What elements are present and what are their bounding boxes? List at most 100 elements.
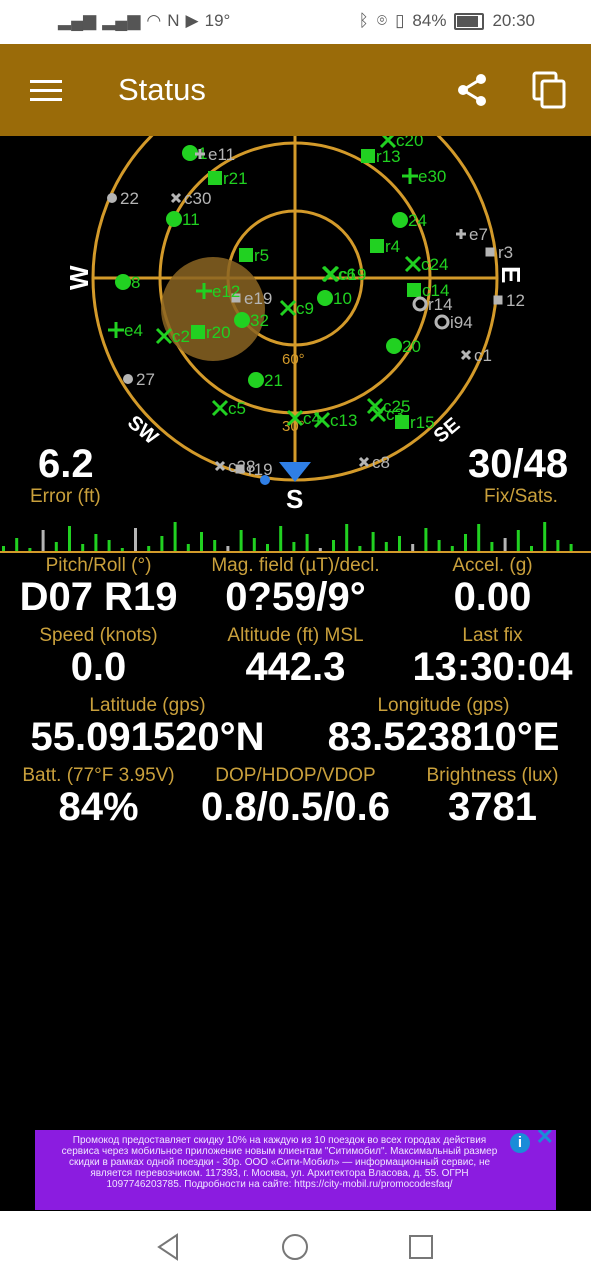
satellite-label: c5 (228, 399, 246, 418)
back-icon[interactable] (155, 1233, 183, 1261)
accel: Accel. (g) 0.00 (394, 555, 591, 620)
speed-label: Speed (knots) (39, 625, 158, 646)
copy-icon[interactable] (530, 70, 570, 110)
latitude-label: Latitude (gps) (89, 695, 206, 716)
satellite-label: 11 (182, 210, 200, 229)
ad-banner[interactable]: Промокод предоставляет скидку 10% на каж… (35, 1130, 556, 1210)
satellite-symbol (279, 299, 297, 317)
satellite-marker: e30 (402, 167, 446, 186)
satellite-label: r20 (206, 323, 231, 342)
satellite-symbol (404, 255, 422, 273)
pitch-roll-label: Pitch/Roll (°) (45, 555, 152, 576)
satellite-marker: e4 (108, 321, 143, 340)
satellite-marker: c5 (211, 399, 246, 418)
fix-label: Fix/Sats. (484, 486, 558, 507)
signal-bar (516, 530, 520, 552)
satellite-marker: 12 (493, 291, 525, 310)
share-icon[interactable] (452, 70, 492, 110)
satellite-label: 24 (408, 211, 427, 230)
satellite-label: c20 (396, 136, 423, 150)
signal-bar (239, 530, 243, 552)
signal-bar (503, 538, 507, 552)
accel-value: 0.00 (453, 575, 532, 619)
battery-label: Batt. (77°F 3.95V) (22, 765, 175, 786)
error-label: Error (ft) (30, 486, 101, 507)
satellite-marker: c30 (170, 189, 211, 208)
speed: Speed (knots) 0.0 (0, 625, 197, 690)
play-icon: ▶ (185, 11, 199, 30)
satellite-marker: r21 (208, 169, 248, 188)
signal-bar (543, 522, 547, 552)
signal-bar (371, 532, 375, 552)
satellite-marker: 32 (234, 311, 269, 330)
satellite-marker: e7 (456, 225, 488, 244)
battery-icon (454, 12, 485, 30)
signal-bar (411, 544, 415, 552)
satellite-symbol (358, 456, 370, 468)
signal-bar (15, 538, 19, 552)
status-left: ▂▄▆ ▂▄▆ ◠ N ▶ 19° (58, 11, 230, 31)
compass-e: E (496, 266, 526, 283)
satellite-label: 12 (506, 291, 525, 310)
satellite-marker: 24 (392, 211, 427, 230)
signal-bar (464, 534, 467, 552)
satellite-marker: r3 (485, 243, 513, 262)
pitch-roll: Pitch/Roll (°) D07 R19 (0, 555, 197, 620)
signal-bar (305, 534, 309, 552)
satellite-label: e12 (212, 282, 240, 301)
satellite-symbol (412, 296, 428, 312)
signal-icon-2: ▂▄▆ (102, 11, 141, 30)
mag-field: Mag. field (µT)/decl. 0?59/9° (197, 555, 394, 620)
signal-bar (107, 540, 111, 552)
satellite-symbol (460, 349, 472, 361)
satellite-label: c9 (296, 299, 314, 318)
signal-bar (81, 544, 85, 552)
dop: DOP/HDOP/VDOP 0.8/0.5/0.6 (197, 765, 394, 830)
latitude: Latitude (gps) 55.091520°N (0, 695, 295, 760)
signal-bar (134, 528, 137, 552)
altitude: Altitude (ft) MSL 442.3 (197, 625, 394, 690)
satellite-symbol (234, 312, 250, 328)
status-number: 19° (204, 11, 231, 30)
info-icon[interactable]: i (510, 1133, 530, 1153)
page-title: Status (118, 72, 206, 107)
signal-bar (200, 532, 203, 552)
longitude-value: 83.523810°E (327, 715, 560, 759)
satellite-marker: r4 (370, 237, 400, 256)
satellite-symbol (317, 290, 333, 306)
nav-bar (0, 1211, 591, 1280)
satellite-symbol (239, 248, 253, 262)
satellite-marker: c24 (404, 255, 448, 274)
altitude-label: Altitude (ft) MSL (227, 625, 364, 646)
satellite-symbol (434, 314, 450, 330)
satellite-label: 21 (264, 371, 283, 390)
signal-bar (94, 534, 98, 552)
satellite-label: 8 (131, 273, 140, 292)
compass-sw: SW (123, 411, 162, 449)
signal-bar (213, 540, 217, 552)
satellite-marker: c2 (155, 327, 190, 346)
satellite-marker: c19 (322, 265, 366, 284)
satellite-label: c2 (172, 327, 190, 346)
menu-icon[interactable] (30, 80, 62, 102)
satellite-marker: 20 (386, 337, 421, 356)
satellite-label: c30 (184, 189, 211, 208)
satellite-symbol (166, 211, 182, 227)
fix-value: 30/48 (468, 442, 569, 486)
close-icon[interactable]: ✕ (536, 1130, 554, 1148)
satellite-marker: 21 (248, 371, 283, 390)
ad-text[interactable]: Промокод предоставляет скидку 10% на каж… (35, 1130, 556, 1190)
longitude-label: Longitude (gps) (377, 695, 510, 716)
recents-icon[interactable] (407, 1233, 435, 1261)
signal-bar (279, 526, 283, 552)
satellite-marker: r5 (239, 246, 269, 265)
satellite-symbol (235, 464, 245, 474)
home-icon[interactable] (281, 1233, 309, 1261)
signal-bar (477, 524, 481, 552)
satellite-symbol (407, 283, 421, 297)
satellite-label: c24 (421, 255, 448, 274)
signal-bar (398, 536, 401, 552)
satellite-label: i94 (450, 313, 473, 332)
signal-bar (556, 540, 560, 552)
error-value: 6.2 (38, 442, 94, 486)
